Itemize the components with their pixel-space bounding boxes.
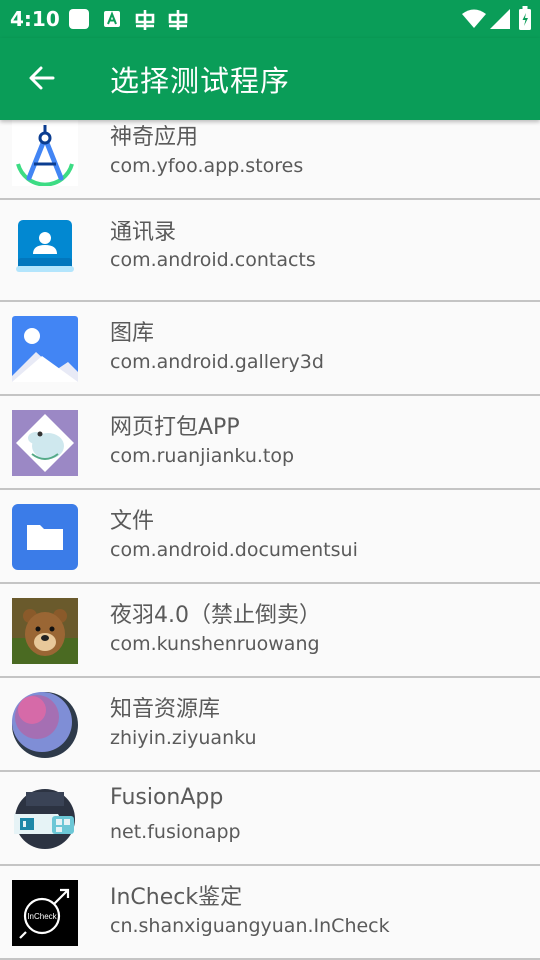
signal-icon bbox=[490, 9, 510, 29]
gallery-icon bbox=[12, 316, 78, 382]
app-list-item[interactable]: 知音资源库 zhiyin.ziyuanku bbox=[0, 678, 540, 772]
app-package: net.fusionapp bbox=[110, 821, 241, 843]
app-package: com.kunshenruowang bbox=[110, 633, 320, 655]
app-name: InCheck鉴定 bbox=[110, 885, 243, 910]
page-title: 选择测试程序 bbox=[110, 64, 291, 98]
bug-icon bbox=[135, 10, 155, 30]
app-name: 图库 bbox=[110, 321, 155, 346]
app-bar: 选择测试程序 bbox=[0, 38, 540, 120]
planet-icon bbox=[12, 692, 78, 758]
app-package: com.android.contacts bbox=[110, 249, 316, 271]
app-package: cn.shanxiguangyuan.InCheck bbox=[110, 915, 390, 937]
app-list-item[interactable]: 神奇应用 com.yfoo.app.stores bbox=[0, 120, 540, 200]
status-bar: 4:10 bbox=[0, 0, 540, 38]
app-name: 神奇应用 bbox=[110, 125, 199, 150]
app-package: com.android.gallery3d bbox=[110, 351, 324, 373]
fusionapp-icon bbox=[14, 789, 75, 849]
folder-icon bbox=[12, 504, 78, 570]
android-a-icon bbox=[104, 11, 120, 27]
app-list-item[interactable]: 通讯录 com.android.contacts bbox=[0, 208, 540, 302]
white-square-icon bbox=[69, 9, 89, 29]
app-list-item[interactable]: 网页打包APP com.ruanjianku.top bbox=[0, 396, 540, 490]
app-list-item[interactable]: FusionApp net.fusionapp bbox=[0, 772, 540, 866]
app-package: zhiyin.ziyuanku bbox=[110, 727, 257, 749]
moomin-icon bbox=[12, 410, 78, 476]
bear-avatar-icon bbox=[12, 598, 78, 664]
contacts-icon bbox=[16, 220, 74, 272]
wifi-icon bbox=[462, 9, 486, 28]
incheck-icon: InCheck bbox=[12, 880, 78, 946]
app-list-item[interactable]: InCheck InCheck鉴定 cn.shanxiguangyuan.InC… bbox=[0, 866, 540, 960]
app-name: 夜羽4.0（禁止倒卖） bbox=[110, 603, 321, 628]
app-package: com.android.documentsui bbox=[110, 539, 358, 561]
bug-icon bbox=[168, 10, 188, 30]
status-time: 4:10 bbox=[10, 7, 60, 31]
app-name: FusionApp bbox=[110, 785, 224, 810]
app-name: 通讯录 bbox=[110, 220, 177, 245]
compass-app-icon bbox=[12, 120, 78, 186]
battery-icon bbox=[519, 6, 531, 30]
app-name: 知音资源库 bbox=[110, 697, 221, 722]
app-package: com.ruanjianku.top bbox=[110, 445, 295, 467]
app-name: 网页打包APP bbox=[110, 415, 240, 440]
app-list: 神奇应用 com.yfoo.app.stores 通讯录 com.android… bbox=[0, 120, 540, 960]
app-list-item[interactable]: 文件 com.android.documentsui bbox=[0, 490, 540, 584]
app-name: 文件 bbox=[110, 509, 155, 534]
app-list-item[interactable]: 夜羽4.0（禁止倒卖） com.kunshenruowang bbox=[0, 584, 540, 678]
arrow-back-icon[interactable] bbox=[24, 60, 60, 96]
app-list-item[interactable]: 图库 com.android.gallery3d bbox=[0, 302, 540, 396]
svg-text:InCheck: InCheck bbox=[27, 912, 57, 921]
app-package: com.yfoo.app.stores bbox=[110, 155, 304, 177]
